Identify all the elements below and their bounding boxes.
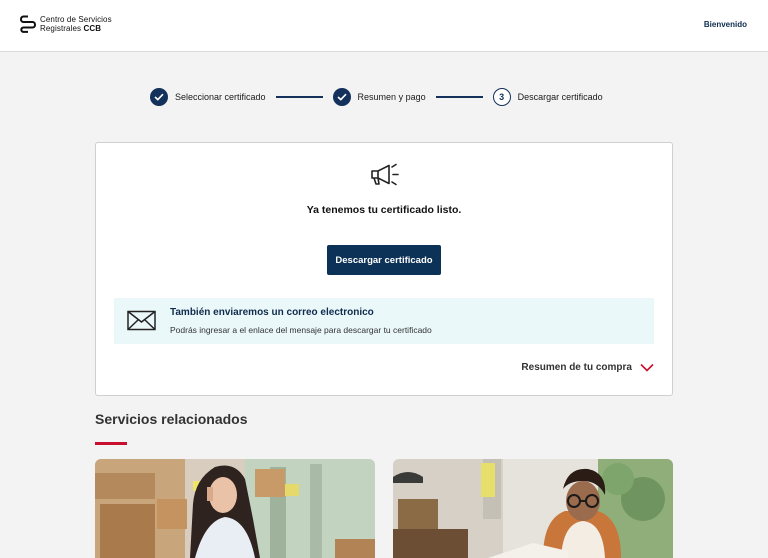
title-underline xyxy=(95,442,127,445)
ccb-logo[interactable]: Centro de Servicios Registrales CCB xyxy=(20,15,112,33)
logo-line-1: Centro de Servicios xyxy=(40,15,112,24)
logo-text: Centro de Servicios Registrales CCB xyxy=(40,15,112,33)
logo-line-2: Registrales CCB xyxy=(40,24,112,33)
notice-title: También enviaremos un correo electronico xyxy=(170,307,374,318)
chevron-down-icon xyxy=(640,363,654,372)
woman-with-glasses-reading-photo xyxy=(393,459,673,558)
step-3-label: Descargar certificado xyxy=(517,91,603,102)
welcome-link[interactable]: Bienvenido xyxy=(704,20,747,29)
purchase-summary-label: Resumen de tu compra xyxy=(521,362,632,373)
step-1-check-icon xyxy=(150,87,168,106)
ready-message: Ya tenemos tu certificado listo. xyxy=(306,204,462,216)
megaphone-icon xyxy=(369,163,401,187)
woman-on-phone-with-boxes-photo xyxy=(95,459,375,558)
logo-line-2-regular: Registrales xyxy=(40,24,82,33)
download-card: Ya tenemos tu certificado listo. Descarg… xyxy=(95,142,673,396)
step-2-label: Resumen y pago xyxy=(357,91,426,102)
logo-line-2-bold: CCB xyxy=(83,24,102,33)
top-header: Centro de Servicios Registrales CCB Bien… xyxy=(0,0,768,52)
service-card-1[interactable] xyxy=(95,459,375,558)
notice-text: Podrás ingresar a el enlace del mensaje … xyxy=(170,325,432,335)
service-card-2[interactable] xyxy=(393,459,673,558)
step-connector xyxy=(435,95,483,98)
related-services-title: Servicios relacionados xyxy=(95,411,248,427)
purchase-summary-toggle[interactable]: Resumen de tu compra xyxy=(521,362,654,373)
step-1-label: Seleccionar certificado xyxy=(175,91,266,102)
envelope-icon xyxy=(127,310,156,331)
step-connector xyxy=(275,95,323,98)
email-notice: También enviaremos un correo electronico… xyxy=(114,298,654,344)
progress-stepper: Seleccionar certificado Resumen y pago 3… xyxy=(150,87,603,106)
step-2-check-icon xyxy=(332,87,351,106)
step-3-number: 3 xyxy=(492,87,511,106)
download-certificate-button[interactable]: Descargar certificado xyxy=(327,245,441,275)
ccb-logo-mark-icon xyxy=(20,15,36,33)
